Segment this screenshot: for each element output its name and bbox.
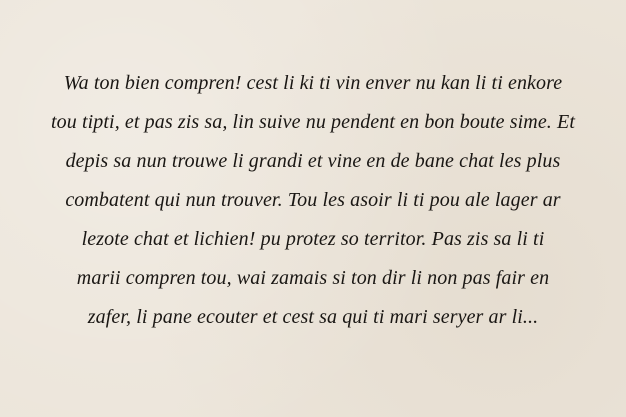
passage-line: zafer, li pane ecouter et cest sa qui ti… xyxy=(87,306,539,328)
passage-line: combatent qui nun trouver. Tou les asoir… xyxy=(65,189,561,211)
passage-line: depis sa nun trouwe li grandi et vine en… xyxy=(65,150,561,172)
passage-line: marii compren tou, wai zamais si ton dir… xyxy=(76,267,550,289)
handwritten-passage: Wa ton bien compren! cest li ki ti vin e… xyxy=(0,64,626,337)
passage-line: tou tipti, et pas zis sa, lin suive nu p… xyxy=(51,111,575,133)
passage-line: lezote chat et lichien! pu protez so ter… xyxy=(81,228,545,250)
passage-line: Wa ton bien compren! cest li ki ti vin e… xyxy=(63,72,563,94)
